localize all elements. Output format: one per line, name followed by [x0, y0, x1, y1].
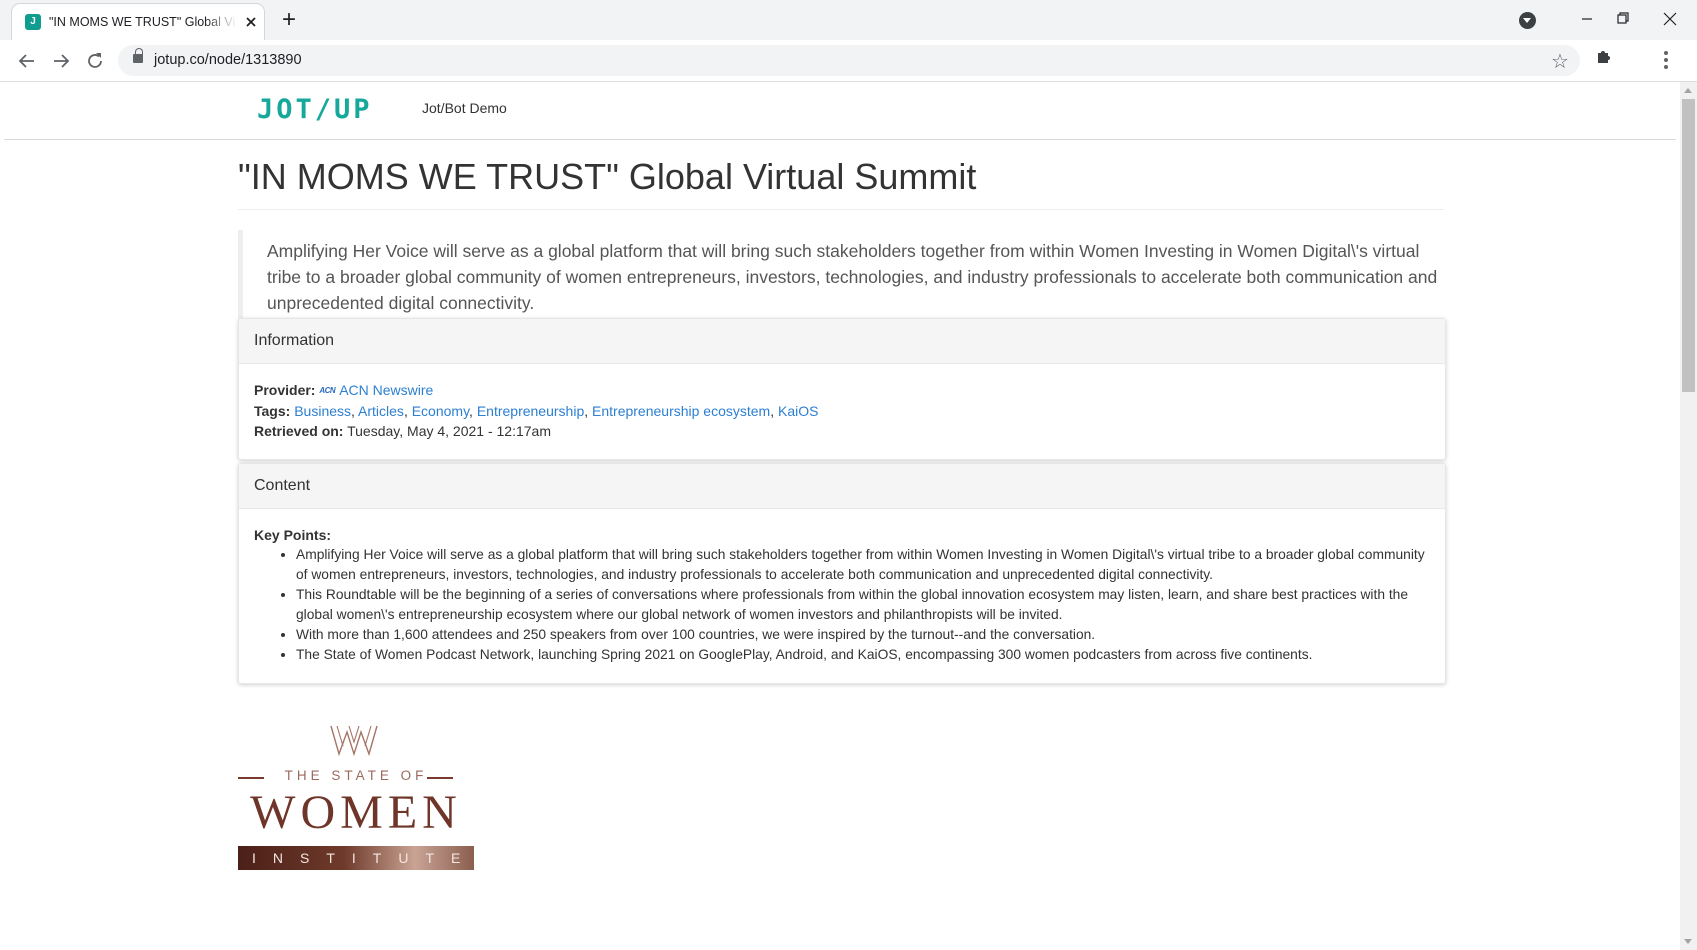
- sow-rule-right: [427, 777, 453, 779]
- key-point-item: With more than 1,600 attendees and 250 s…: [296, 625, 1430, 645]
- page-title: "IN MOMS WE TRUST" Global Virtual Summit: [238, 155, 1444, 210]
- lead-quote: Amplifying Her Voice will serve as a glo…: [238, 230, 1471, 326]
- information-panel-heading: Information: [239, 319, 1445, 364]
- star-icon[interactable]: ☆: [1551, 49, 1569, 74]
- content-panel-heading: Content: [239, 464, 1445, 509]
- browser-tab[interactable]: J "IN MOMS WE TRUST" Global Vir: [12, 4, 264, 40]
- browser-toolbar: jotup.co/node/1313890 ☆: [0, 40, 1697, 82]
- key-point-item: This Roundtable will be the beginning of…: [296, 585, 1430, 625]
- restore-icon[interactable]: [1602, 6, 1642, 32]
- lock-icon[interactable]: [133, 48, 143, 63]
- information-panel: Information Provider: ACN ACN Newswire Ta…: [238, 318, 1446, 461]
- state-of-women-logo: THE STATE OF WOMEN INSTITUTE: [238, 722, 474, 872]
- url-text[interactable]: jotup.co/node/1313890: [154, 52, 302, 69]
- tab-close-icon[interactable]: [243, 14, 259, 30]
- retrieved-row: Retrieved on: Tuesday, May 4, 2021 - 12:…: [254, 421, 1430, 441]
- site-header: JOT/UP Jot/Bot Demo: [4, 82, 1676, 140]
- scroll-down-arrow-icon[interactable]: [1684, 939, 1692, 944]
- tag-link-business[interactable]: Business: [294, 403, 351, 419]
- tab-favicon-icon: J: [25, 14, 41, 30]
- sow-emblem-icon: [329, 722, 379, 758]
- minimize-icon[interactable]: [1567, 6, 1607, 32]
- information-panel-body: Provider: ACN ACN Newswire Tags: Business…: [239, 364, 1445, 459]
- key-point-item: The State of Women Podcast Network, laun…: [296, 645, 1430, 665]
- scrollbar-thumb[interactable]: [1682, 99, 1695, 392]
- retrieved-value: Tuesday, May 4, 2021 - 12:17am: [347, 423, 551, 440]
- tag-link-economy[interactable]: Economy: [412, 403, 469, 419]
- page-scrollbar[interactable]: [1680, 82, 1697, 950]
- tag-link-entrepreneurship[interactable]: Entrepreneurship: [477, 403, 584, 419]
- tags-label: Tags:: [254, 403, 291, 420]
- sow-line3: INSTITUTE: [238, 846, 474, 870]
- acn-logo-icon: ACN: [319, 386, 336, 396]
- key-points-list: Amplifying Her Voice will serve as a glo…: [254, 545, 1430, 665]
- key-point-item: Amplifying Her Voice will serve as a glo…: [296, 545, 1430, 585]
- provider-row: Provider: ACN ACN Newswire: [254, 380, 1430, 401]
- forward-arrow-icon[interactable]: [48, 48, 74, 74]
- new-tab-button[interactable]: +: [277, 8, 301, 33]
- tags-row: Tags: Business, Articles, Economy, Entre…: [254, 403, 819, 420]
- sow-line2: WOMEN: [250, 786, 462, 839]
- address-bar[interactable]: jotup.co/node/1313890 ☆: [118, 45, 1580, 76]
- tag-link-entrepreneurship-ecosystem[interactable]: Entrepreneurship ecosystem: [592, 403, 770, 419]
- sow-rule-left: [238, 777, 264, 779]
- kebab-menu-icon[interactable]: [1662, 48, 1670, 78]
- tab-title-fade: [205, 10, 237, 34]
- key-points-label: Key Points:: [254, 527, 332, 543]
- scroll-up-arrow-icon[interactable]: [1684, 88, 1692, 93]
- reload-icon[interactable]: [82, 48, 108, 74]
- profile-icon[interactable]: [1519, 12, 1536, 29]
- tag-link-kaios[interactable]: KaiOS: [778, 403, 818, 419]
- content-panel: Content Key Points: Amplifying Her Voice…: [238, 463, 1446, 684]
- sow-line1: THE STATE OF: [284, 768, 428, 783]
- close-icon[interactable]: [1650, 6, 1690, 32]
- back-arrow-icon[interactable]: [14, 48, 40, 74]
- extensions-puzzle-icon[interactable]: [1595, 48, 1613, 71]
- jotup-logo[interactable]: JOT/UP: [257, 94, 373, 125]
- web-page: JOT/UP Jot/Bot Demo "IN MOMS WE TRUST" G…: [0, 82, 1680, 950]
- tab-strip: J "IN MOMS WE TRUST" Global Vir +: [0, 0, 1697, 40]
- provider-link[interactable]: ACN Newswire: [339, 382, 433, 398]
- retrieved-label: Retrieved on:: [254, 423, 344, 440]
- content-panel-body: Key Points: Amplifying Her Voice will se…: [239, 509, 1445, 683]
- nav-link-jotbot-demo[interactable]: Jot/Bot Demo: [422, 100, 507, 116]
- provider-label: Provider:: [254, 382, 316, 398]
- tag-link-articles[interactable]: Articles: [358, 403, 404, 419]
